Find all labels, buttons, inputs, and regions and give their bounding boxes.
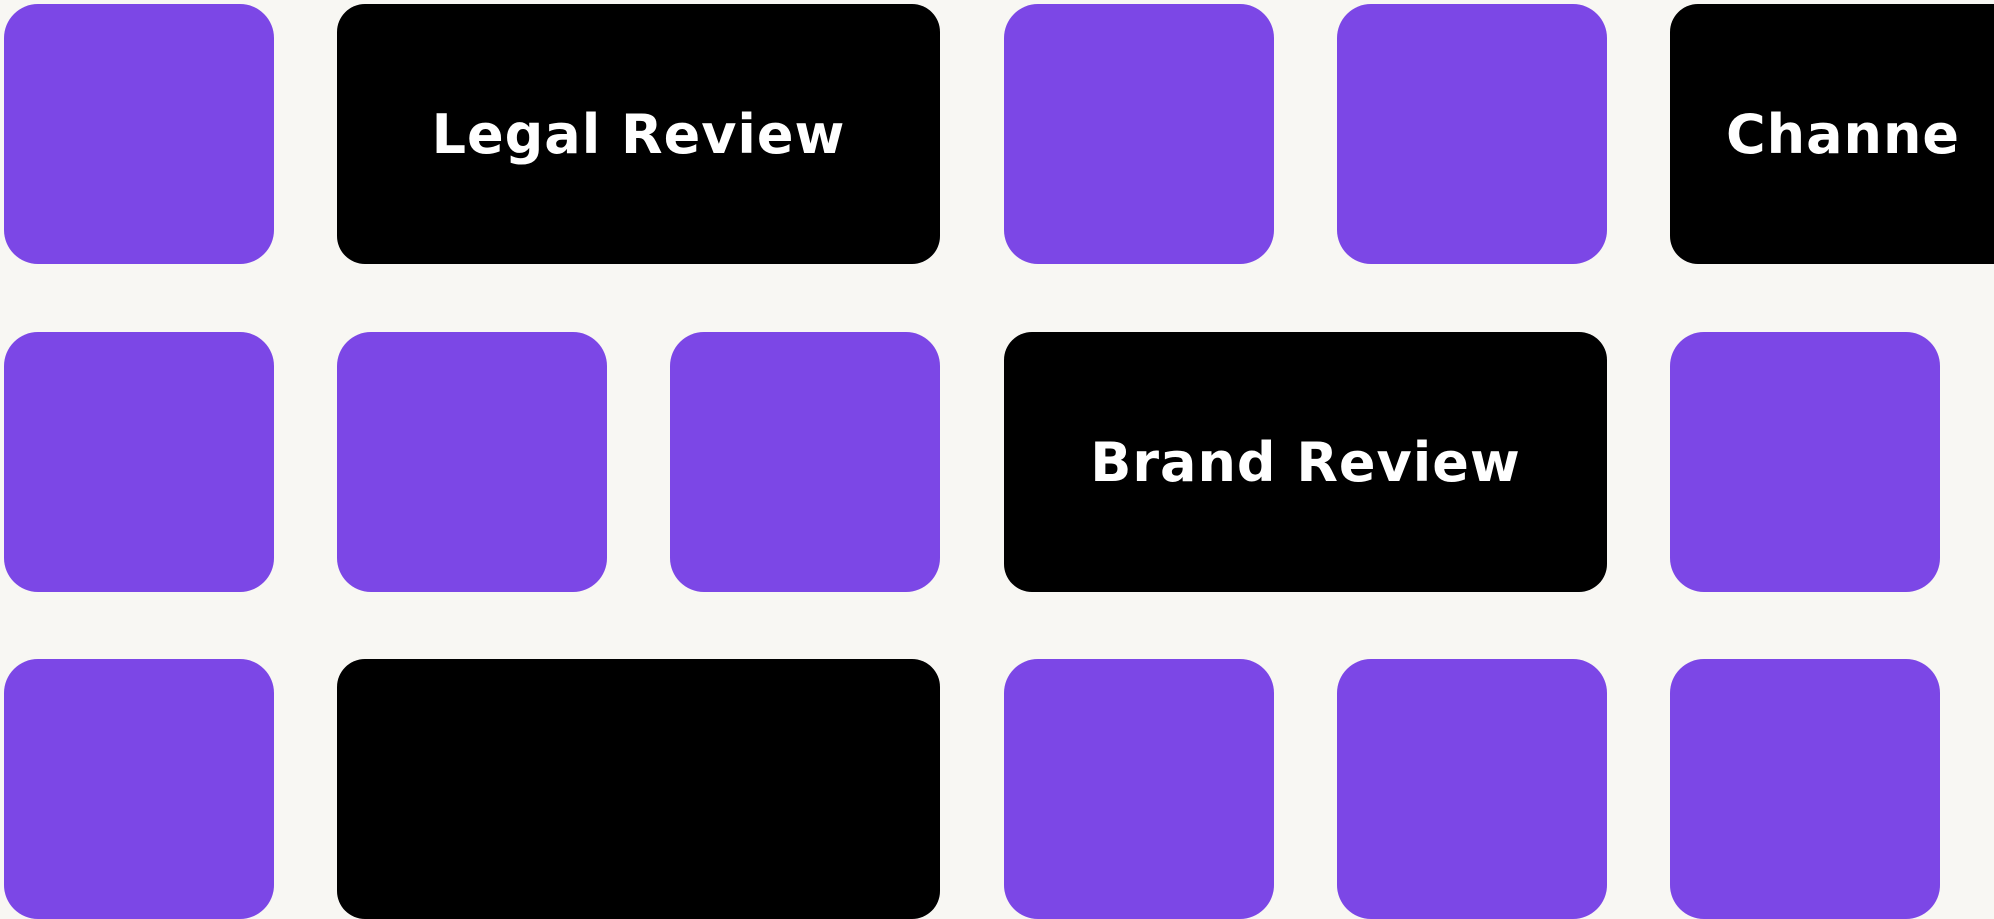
purple-tile-r2c5 — [1670, 332, 1940, 592]
channel-tile[interactable]: Channe — [1670, 4, 1994, 264]
purple-tile-r1c3 — [1004, 4, 1274, 264]
legal-review-tile[interactable]: Legal Review — [337, 4, 940, 264]
channel-label: Channe — [1726, 102, 1961, 166]
purple-tile-r2c2 — [337, 332, 607, 592]
purple-tile-r3c3 — [1004, 659, 1274, 919]
brand-review-label: Brand Review — [1090, 430, 1521, 494]
purple-tile-r3c5 — [1670, 659, 1940, 919]
purple-tile-r2c3 — [670, 332, 940, 592]
purple-tile-r3c1 — [4, 659, 274, 919]
legal-review-label: Legal Review — [431, 102, 846, 166]
purple-tile-r2c1 — [4, 332, 274, 592]
purple-tile-r1c4 — [1337, 4, 1607, 264]
purple-tile-r3c4 — [1337, 659, 1607, 919]
purple-tile-r1c1 — [4, 4, 274, 264]
brand-review-tile[interactable]: Brand Review — [1004, 332, 1607, 592]
bottom-wide-tile[interactable] — [337, 659, 940, 919]
